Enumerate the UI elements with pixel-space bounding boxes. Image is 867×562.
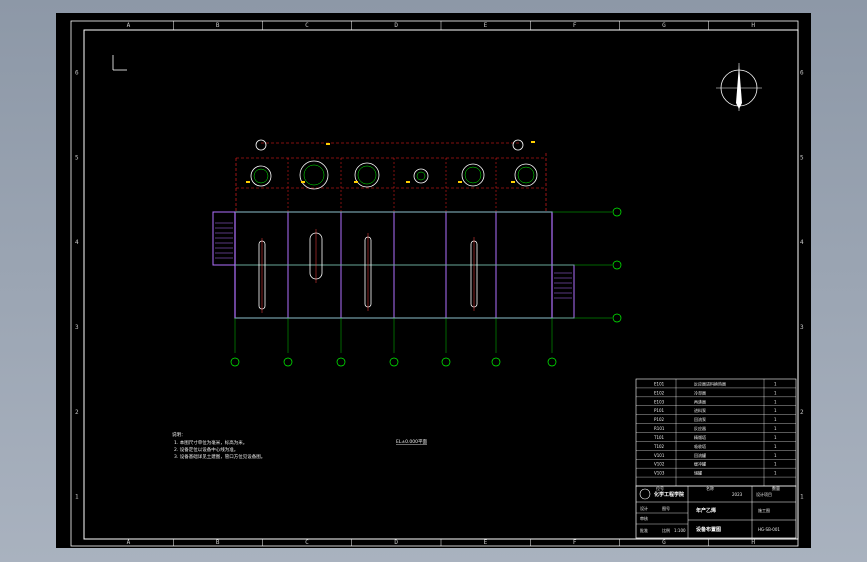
drawing-sheet: A A B B C C D D E E F F G G H H 6 6 5 5 4 4 3 3 2 2 1 1 EL±0.000平面 … — [56, 13, 811, 548]
equipment-tag: R101 — [654, 426, 665, 431]
outer-frame — [70, 20, 799, 547]
equipment-qty: 1 — [774, 408, 777, 413]
row-ref-left: 2 — [75, 409, 79, 416]
column-ref-top: E — [484, 22, 488, 29]
equipment-qty: 1 — [774, 426, 777, 431]
tb-org: 化学工程学院 — [654, 491, 684, 498]
equipment-tag: E103 — [654, 399, 665, 404]
title-block: 化学工程学院 2023 设计项目 年产乙烯 设备布置图 施工图 HG-SB-00… — [635, 485, 797, 539]
building-plan — [212, 207, 622, 367]
row-ref-right: 4 — [800, 239, 804, 246]
notes-line-2: 2. 设备定位以设备中心线为准。 — [174, 446, 238, 453]
column-ref-bottom: F — [573, 539, 577, 546]
equipment-qty: 1 — [774, 462, 777, 467]
tb-date: 2023 — [732, 492, 743, 497]
column-ref-bottom: D — [394, 539, 398, 546]
grid-reference-ticks: A A B B C C D D E E F F G G H H 6 6 5 5 4 4 3 3 2 2 1 1 — [75, 21, 804, 546]
equipment-tag: V103 — [654, 471, 665, 476]
equipment-tag: T102 — [653, 444, 665, 449]
tb-check-label: 审核 — [640, 515, 648, 521]
equipment-name: 冷却器 — [694, 389, 706, 395]
equipment-qty: 1 — [774, 399, 777, 404]
tb-project-label: 设计项目 — [756, 491, 772, 497]
equipment-list-table: 位号 名称 数量 E101 反应器进料换热器 1E102 冷却器 1E103 再沸器 1P1… — [635, 378, 797, 491]
notes-line-3: 3. 设备基础详见土建图，管口方位见设备图。 — [174, 453, 265, 460]
tb-sheet-label: 图号 — [662, 505, 670, 511]
equipment-name: 回流罐 — [694, 452, 706, 458]
equipment-name: 进料泵 — [694, 407, 706, 413]
tb-drawing-name: 设备布置图 — [696, 526, 721, 533]
equipment-tag: P101 — [654, 408, 665, 413]
equipment-name: 回流泵 — [694, 416, 706, 422]
tb-design-label: 设计 — [640, 505, 648, 511]
column-ref-top: B — [216, 22, 220, 29]
row-ref-left: 4 — [75, 239, 79, 246]
row-ref-left: 6 — [75, 69, 79, 76]
equipment-tag: V101 — [654, 453, 665, 458]
row-ref-right: 6 — [800, 69, 804, 76]
tb-project: 年产乙烯 — [696, 507, 716, 514]
upper-equipment-area — [235, 139, 547, 213]
equipment-name: 再沸器 — [694, 398, 706, 404]
equipment-qty: 1 — [774, 390, 777, 395]
equipment-qty: 1 — [774, 381, 777, 386]
column-ref-bottom: H — [751, 539, 755, 546]
equipment-name: 反应器进料换热器 — [694, 380, 726, 386]
equipment-qty: 1 — [774, 444, 777, 449]
row-ref-right: 3 — [800, 324, 804, 331]
equipment-name: 储罐 — [694, 470, 702, 476]
plan-title: EL±0.000平面 — [396, 439, 428, 445]
equipment-name: 缓冲罐 — [694, 461, 706, 467]
cad-drawing-canvas[interactable]: A A B B C C D D E E F F G G H H 6 6 5 5 4 4 3 3 2 2 1 1 EL±0.… — [56, 13, 811, 548]
column-ref-bottom: C — [305, 539, 309, 546]
tb-scale-label: 比例 — [662, 527, 670, 533]
column-ref-top: D — [394, 22, 398, 29]
equipment-qty: 1 — [774, 453, 777, 458]
column-ref-bottom: E — [484, 539, 488, 546]
row-ref-left: 5 — [75, 154, 79, 161]
notes-line-1: 1. 本图尺寸单位为毫米，标高为米。 — [174, 439, 247, 446]
column-ref-top: F — [573, 22, 577, 29]
general-notes: 说明： 1. 本图尺寸单位为毫米，标高为米。 2. 设备定位以设备中心线为准。 … — [172, 431, 265, 460]
tb-sheet: HG-SB-001 — [758, 527, 780, 532]
row-ref-right: 1 — [800, 494, 804, 501]
column-ref-bottom: A — [127, 539, 131, 546]
row-ref-left: 3 — [75, 324, 79, 331]
equipment-qty: 1 — [774, 471, 777, 476]
equipment-qty: 1 — [774, 435, 777, 440]
row-ref-right: 2 — [800, 409, 804, 416]
ucs-axis-icon — [112, 55, 127, 71]
row-ref-left: 1 — [75, 494, 79, 501]
column-ref-bottom: B — [216, 539, 220, 546]
column-ref-top: H — [751, 22, 755, 29]
inner-frame — [83, 29, 799, 540]
column-ref-bottom: G — [662, 539, 666, 546]
equipment-tag: E101 — [654, 381, 665, 386]
tb-scale: 1:100 — [674, 528, 686, 533]
row-ref-right: 5 — [800, 154, 804, 161]
notes-heading: 说明： — [172, 431, 186, 438]
column-ref-top: A — [127, 22, 131, 29]
tb-approve-label: 批准 — [640, 527, 648, 533]
equipment-name: 精馏塔 — [694, 434, 706, 440]
equipment-tag: E102 — [654, 390, 665, 395]
equipment-tag: V102 — [654, 462, 665, 467]
equipment-qty: 1 — [774, 417, 777, 422]
tb-stage: 施工图 — [758, 507, 770, 513]
column-ref-top: G — [662, 22, 666, 29]
equipment-tag: P102 — [654, 417, 665, 422]
equipment-tag: T101 — [653, 435, 665, 440]
north-arrow-icon — [716, 63, 762, 111]
equipment-name: 反应器 — [694, 425, 706, 431]
equipment-name: 吸收塔 — [694, 443, 706, 449]
column-ref-top: C — [305, 22, 309, 29]
